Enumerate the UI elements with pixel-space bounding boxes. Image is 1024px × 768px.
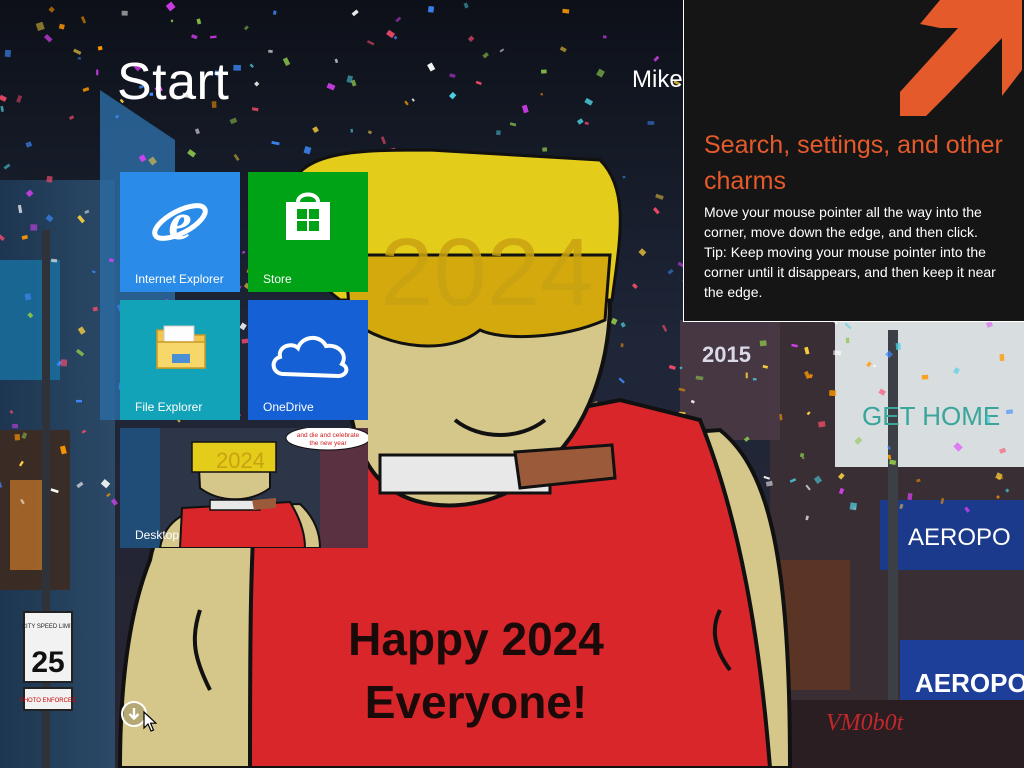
artist-signature: VM0b0t <box>826 710 905 736</box>
tile-desktop[interactable]: 2024 and die and celebrate the new year … <box>120 428 368 548</box>
thumb-speech-line-1: and die and celebrate <box>297 432 360 439</box>
confetti-piece <box>540 93 543 96</box>
confetti-piece <box>427 5 435 13</box>
confetti-piece <box>24 293 32 301</box>
confetti-piece <box>268 49 273 53</box>
sign-get-home: GET HOME <box>862 401 1000 431</box>
charms-tip-panel: Search, settings, and other charms Move … <box>683 0 1024 322</box>
confetti-piece <box>602 35 607 39</box>
confetti-piece <box>541 69 547 74</box>
headline-line-1: Happy 2024 <box>348 613 604 665</box>
confetti-piece <box>845 337 850 344</box>
confetti-piece <box>46 175 53 183</box>
sign-aeropostale-2: AEROPOS <box>915 668 1024 698</box>
confetti-piece <box>496 130 501 136</box>
store-icon <box>286 192 330 240</box>
confetti-piece <box>921 374 929 380</box>
confetti-piece <box>96 69 99 76</box>
charms-tip-hint: Tip: Keep moving your mouse pointer into… <box>704 244 996 300</box>
svg-text:CITY SPEED LIMIT: CITY SPEED LIMIT <box>22 624 75 630</box>
confetti-piece <box>752 378 757 381</box>
thumb-glasses-text: 2024 <box>216 448 265 473</box>
confetti-piece <box>30 224 38 231</box>
confetti-piece <box>233 64 241 71</box>
confetti-piece <box>562 8 570 14</box>
mouse-cursor-icon <box>143 711 157 732</box>
user-account-name[interactable]: Mike <box>632 64 683 96</box>
confetti-piece <box>849 502 858 511</box>
confetti-piece <box>999 354 1005 362</box>
confetti-piece <box>829 390 837 397</box>
file-explorer-icon <box>156 325 206 369</box>
confetti-piece <box>759 340 767 347</box>
start-title: Start <box>117 53 230 111</box>
sign-aeropostale: AEROPO <box>908 524 1011 551</box>
confetti-piece <box>647 121 655 125</box>
tile-file-explorer[interactable]: File Explorer <box>120 300 240 420</box>
headline-line-2: Everyone! <box>365 676 587 728</box>
tile-onedrive[interactable]: OneDrive <box>248 300 368 420</box>
confetti-piece <box>1005 409 1014 415</box>
confetti-piece <box>745 372 748 379</box>
charms-tip-body: Move your mouse pointer all the way into… <box>704 202 1009 302</box>
confetti-piece <box>76 399 82 403</box>
confetti-piece <box>12 424 18 429</box>
arrow-up-right-icon <box>900 0 1022 116</box>
svg-text:e: e <box>168 194 191 250</box>
arrow-down-circle-icon <box>128 708 140 721</box>
tile-label: OneDrive <box>263 400 314 414</box>
confetti-piece <box>542 147 548 152</box>
tile-label: File Explorer <box>135 400 203 414</box>
confetti-piece <box>907 493 913 501</box>
confetti-piece <box>801 456 805 460</box>
confetti-piece <box>14 434 21 441</box>
confetti-piece <box>873 364 876 367</box>
tile-label: Internet Explorer <box>135 272 224 286</box>
svg-text:PHOTO ENFORCED: PHOTO ENFORCED <box>20 698 77 704</box>
tile-label: Desktop <box>135 528 180 542</box>
confetti-piece <box>60 359 68 367</box>
thumb-speech-line-2: the new year <box>309 440 347 447</box>
tile-label: Store <box>263 272 292 286</box>
svg-text:25: 25 <box>31 646 64 679</box>
tile-store[interactable]: Store <box>248 172 368 292</box>
confetti-piece <box>77 56 82 60</box>
onedrive-icon <box>271 336 349 378</box>
confetti-piece <box>833 350 842 356</box>
confetti-piece <box>121 10 128 16</box>
internet-explorer-icon: e <box>152 194 208 250</box>
confetti-piece <box>620 343 624 348</box>
tile-internet-explorer[interactable]: e Internet Explorer <box>120 172 240 292</box>
charms-tip-instruction: Move your mouse pointer all the way into… <box>704 204 982 240</box>
charms-tip-heading: Search, settings, and other charms <box>704 131 1003 195</box>
glasses-year-text: 2024 <box>380 219 594 326</box>
sign-2015: 2015 <box>702 342 751 367</box>
confetti-piece <box>895 342 901 350</box>
confetti-piece <box>50 258 58 263</box>
confetti-piece <box>350 128 353 133</box>
confetti-piece <box>4 49 12 58</box>
